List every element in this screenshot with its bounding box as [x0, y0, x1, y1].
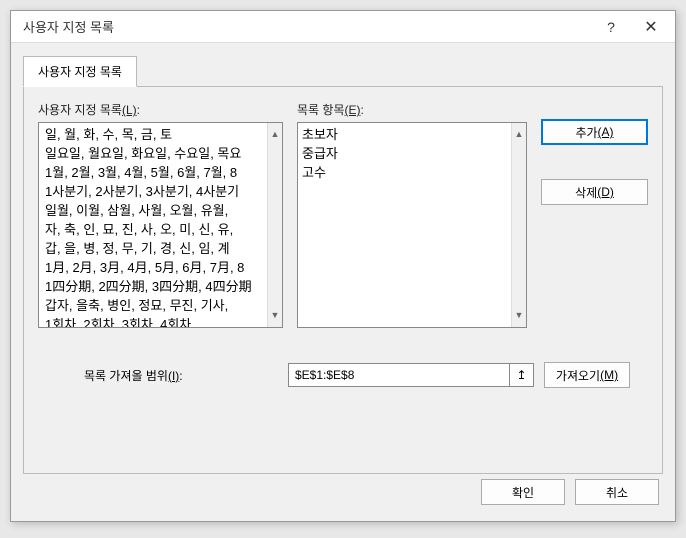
range-picker-button[interactable]: ↥	[510, 363, 534, 387]
cancel-button[interactable]: 취소	[575, 479, 659, 505]
scroll-up-icon[interactable]: ▲	[271, 123, 280, 146]
ok-button[interactable]: 확인	[481, 479, 565, 505]
list-item[interactable]: 갑, 을, 병, 정, 무, 기, 경, 신, 임, 계	[43, 239, 263, 258]
scroll-down-icon[interactable]: ▼	[271, 304, 280, 327]
titlebar: 사용자 지정 목록 ? ✕	[11, 11, 675, 43]
custom-lists-dialog: 사용자 지정 목록 ? ✕ 사용자 지정 목록 사용자 지정 목록(L): 일,…	[10, 10, 676, 522]
tab-custom-lists[interactable]: 사용자 지정 목록	[23, 56, 137, 87]
list-item[interactable]: 일, 월, 화, 수, 목, 금, 토	[43, 125, 263, 144]
import-range-label: 목록 가져올 범위(I):	[38, 367, 278, 384]
help-button[interactable]: ?	[591, 13, 631, 41]
list-item[interactable]: 일요일, 월요일, 화요일, 수요일, 목요	[43, 144, 263, 163]
custom-lists-label: 사용자 지정 목록(L):	[38, 101, 283, 118]
add-button[interactable]: 추가(A)	[541, 119, 648, 145]
tab-panel: 사용자 지정 목록(L): 일, 월, 화, 수, 목, 금, 토일요일, 월요…	[23, 86, 663, 474]
scroll-down-icon[interactable]: ▼	[515, 304, 524, 327]
list-item[interactable]: 1月, 2月, 3月, 4月, 5月, 6月, 7月, 8	[43, 258, 263, 277]
collapse-icon: ↥	[516, 368, 526, 382]
list-item[interactable]: 자, 축, 인, 묘, 진, 사, 오, 미, 신, 유,	[43, 220, 263, 239]
list-entries-textarea[interactable]: 초보자 중급자 고수 ▲ ▼	[297, 122, 527, 328]
list-item[interactable]: 1四分期, 2四分期, 3四分期, 4四分期	[43, 277, 263, 296]
list-entries-label: 목록 항목(E):	[297, 101, 527, 118]
listbox-scrollbar[interactable]: ▲ ▼	[267, 123, 282, 327]
list-item[interactable]: 1회차, 2회차, 3회차, 4회차	[43, 315, 263, 328]
delete-button[interactable]: 삭제(D)	[541, 179, 648, 205]
dialog-footer: 확인 취소	[481, 479, 659, 505]
custom-lists-listbox[interactable]: 일, 월, 화, 수, 목, 금, 토일요일, 월요일, 화요일, 수요일, 목…	[38, 122, 283, 328]
entries-scrollbar[interactable]: ▲ ▼	[511, 123, 526, 327]
list-item[interactable]: 1사분기, 2사분기, 3사분기, 4사분기	[43, 182, 263, 201]
list-item[interactable]: 1월, 2월, 3월, 4월, 5월, 6월, 7월, 8	[43, 163, 263, 182]
list-item[interactable]: 갑자, 을축, 병인, 정묘, 무진, 기사,	[43, 296, 263, 315]
import-button[interactable]: 가져오기(M)	[544, 362, 630, 388]
list-item[interactable]: 일월, 이월, 삼월, 사월, 오월, 유월,	[43, 201, 263, 220]
scroll-up-icon[interactable]: ▲	[515, 123, 524, 146]
dialog-title: 사용자 지정 목록	[23, 17, 591, 36]
close-button[interactable]: ✕	[631, 13, 671, 41]
import-range-input[interactable]	[288, 363, 510, 387]
tab-strip: 사용자 지정 목록	[11, 43, 675, 86]
